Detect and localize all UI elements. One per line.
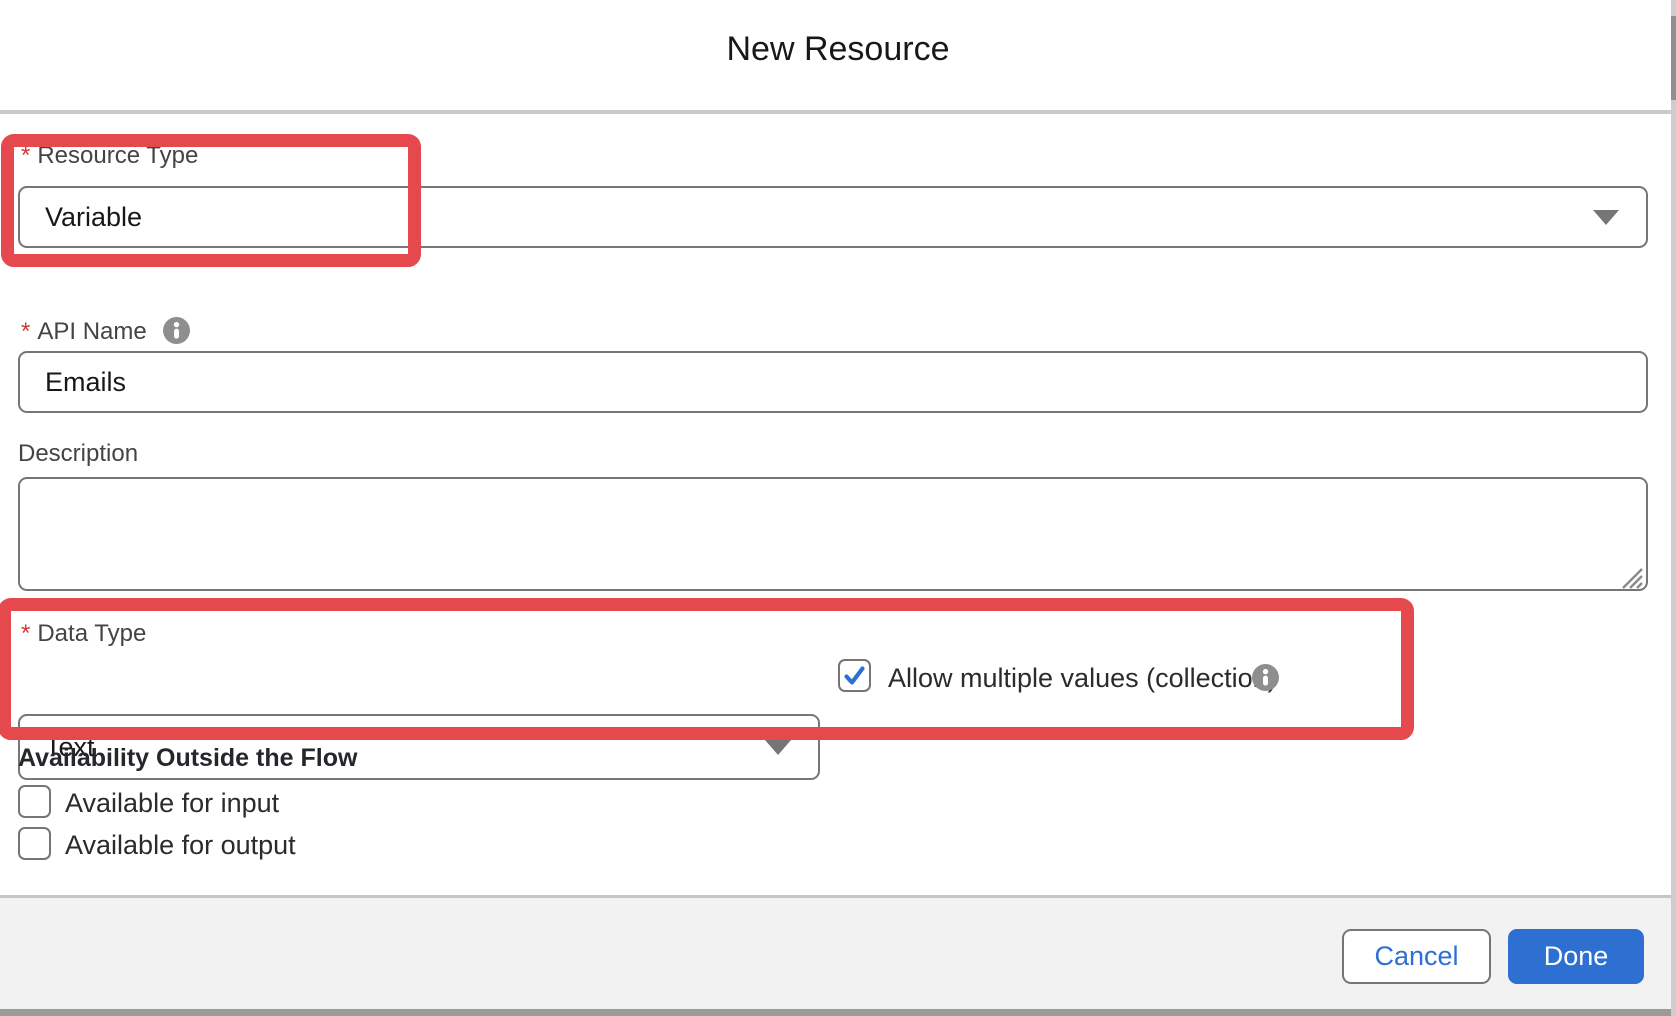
availability-heading: Availability Outside the Flow [18, 744, 357, 773]
info-icon[interactable] [163, 317, 190, 349]
resource-type-combobox[interactable]: Variable [18, 186, 1648, 248]
allow-multiple-checkbox[interactable] [838, 659, 871, 692]
api-name-label: *API Name [21, 318, 147, 346]
api-name-input[interactable] [18, 351, 1648, 413]
available-for-input-label[interactable]: Available for input [65, 788, 279, 819]
required-asterisk: * [21, 142, 30, 169]
checkmark-icon [842, 663, 867, 688]
data-type-label: *Data Type [21, 620, 146, 648]
scrollbar-thumb[interactable] [1671, 16, 1676, 100]
header-divider [0, 110, 1676, 114]
description-label: Description [18, 441, 138, 467]
bottom-edge-strip [0, 1009, 1676, 1016]
description-textarea[interactable] [18, 477, 1648, 591]
allow-multiple-label[interactable]: Allow multiple values (collection) [888, 663, 1277, 694]
available-for-input-checkbox[interactable] [18, 785, 51, 818]
info-icon[interactable] [1252, 664, 1279, 696]
resource-type-value: Variable [45, 202, 142, 233]
resource-type-label: *Resource Type [21, 142, 198, 170]
dialog-title: New Resource [0, 30, 1676, 69]
cancel-button[interactable]: Cancel [1342, 929, 1491, 984]
done-button[interactable]: Done [1508, 929, 1644, 984]
available-for-output-label[interactable]: Available for output [65, 830, 296, 861]
required-asterisk: * [21, 318, 30, 345]
required-asterisk: * [21, 620, 30, 647]
chevron-down-icon [1593, 210, 1619, 225]
available-for-output-checkbox[interactable] [18, 827, 51, 860]
chevron-down-icon [765, 740, 791, 755]
scrollbar-track[interactable] [1671, 0, 1676, 1016]
